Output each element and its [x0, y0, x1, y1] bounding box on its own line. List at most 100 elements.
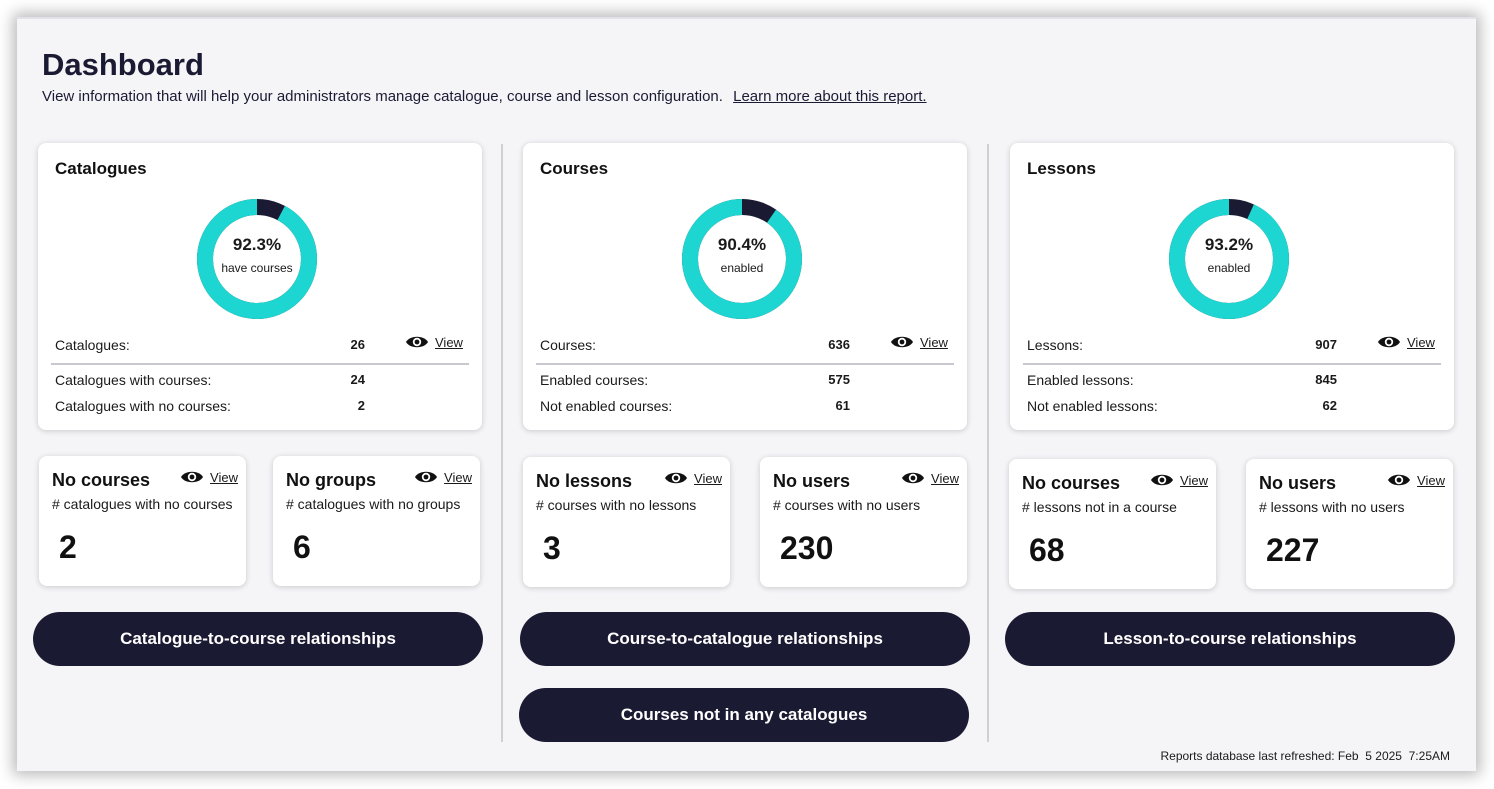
stat-row: Not enabled lessons: 62 [1027, 398, 1441, 418]
stat-label: Catalogues with courses: [55, 372, 212, 388]
stat-value: 61 [835, 398, 850, 413]
view-label: View [1417, 472, 1445, 488]
card-count: 227 [1266, 532, 1320, 568]
card-description: # courses with no users [773, 497, 921, 513]
total-value: 26 [350, 337, 365, 352]
card-title: No groups [286, 470, 376, 490]
lessons-no-users-card: No users View # lessons with no users 22… [1246, 459, 1453, 589]
column-divider [987, 144, 989, 742]
dashboard-frame: Dashboard View information that will hel… [17, 17, 1476, 771]
total-row: Catalogues: 26 View [55, 334, 469, 357]
view-label: View [1180, 472, 1208, 488]
eye-icon [665, 472, 688, 484]
donut-percent: 92.3% [232, 235, 282, 254]
no-users-card: No users View # courses with no users 23… [760, 457, 967, 587]
lessons-donut-chart: 93.2% enabled [1167, 197, 1291, 321]
stat-value: 2 [357, 398, 365, 413]
total-value: 636 [828, 337, 850, 352]
donut-percent: 93.2% [1204, 235, 1254, 254]
view-label: View [435, 334, 463, 350]
view-label: View [931, 470, 959, 486]
column-divider [501, 144, 503, 742]
card-title: No lessons [536, 471, 633, 491]
lessons-no-courses-card: No courses View # lessons not in a cours… [1009, 459, 1216, 589]
course-to-catalogue-button[interactable]: Course-to-catalogue relationships [520, 612, 970, 666]
catalogues-card: Catalogues 92.3% have courses Catalogues… [38, 143, 482, 430]
stats-separator [51, 363, 469, 365]
stat-row: Catalogues with no courses: 2 [55, 398, 469, 418]
eye-icon [181, 471, 204, 483]
stat-row: Catalogues with courses: 24 [55, 372, 469, 392]
stat-value: 845 [1315, 372, 1337, 387]
view-link[interactable]: View [180, 469, 238, 485]
page-subtitle: View information that will help your adm… [42, 88, 927, 105]
view-link[interactable]: View [414, 469, 472, 485]
card-title: No courses [52, 470, 151, 490]
courses-card-title: Courses [540, 159, 609, 178]
view-link[interactable]: View [1150, 472, 1208, 488]
eye-icon [406, 336, 428, 348]
no-lessons-card: No lessons View # courses with no lesson… [523, 457, 730, 587]
total-row: Courses: 636 View [540, 334, 954, 357]
card-count: 6 [293, 529, 311, 565]
donut-caption: have courses [221, 261, 293, 275]
eye-icon [1378, 336, 1400, 348]
card-description: # courses with no lessons [536, 497, 697, 513]
page-title: Dashboard [42, 47, 204, 82]
stats-separator [1023, 363, 1441, 365]
card-count: 68 [1029, 532, 1065, 568]
card-title: No courses [1022, 473, 1121, 493]
eye-icon [902, 472, 925, 484]
courses-card: Courses 90.4% enabled Courses: 636 View … [523, 143, 967, 430]
total-row: Lessons: 907 View [1027, 334, 1441, 357]
total-value: 907 [1315, 337, 1337, 352]
card-description: # lessons not in a course [1022, 499, 1177, 515]
lesson-to-course-button[interactable]: Lesson-to-course relationships [1005, 612, 1455, 666]
stat-label: Enabled courses: [540, 372, 649, 388]
stat-label: Not enabled courses: [540, 398, 673, 414]
stat-label: Catalogues with no courses: [55, 398, 231, 414]
card-description: # catalogues with no courses [52, 496, 233, 512]
donut-percent: 90.4% [717, 235, 767, 254]
view-label: View [210, 469, 238, 485]
eye-icon [1388, 474, 1411, 486]
donut-caption: enabled [1207, 261, 1251, 275]
card-count: 230 [780, 530, 834, 566]
courses-donut-chart: 90.4% enabled [680, 197, 804, 321]
no-courses-card: No courses View # catalogues with no cou… [39, 456, 246, 586]
catalogue-to-course-button[interactable]: Catalogue-to-course relationships [33, 612, 483, 666]
view-link[interactable]: View [1387, 472, 1445, 488]
catalogues-donut-chart: 92.3% have courses [195, 197, 319, 321]
card-title: No users [1259, 473, 1337, 493]
donut-caption: enabled [720, 261, 764, 275]
view-link[interactable]: View [1377, 334, 1435, 350]
lessons-card-title: Lessons [1027, 159, 1096, 178]
stat-value: 62 [1322, 398, 1337, 413]
no-groups-card: No groups View # catalogues with no grou… [273, 456, 480, 586]
view-link[interactable]: View [901, 470, 959, 486]
learn-more-link[interactable]: Learn more about this report. [733, 88, 926, 105]
eye-icon [891, 336, 913, 348]
view-link[interactable]: View [405, 334, 463, 350]
card-description: # lessons with no users [1259, 499, 1405, 515]
lessons-card: Lessons 93.2% enabled Lessons: 907 View … [1010, 143, 1454, 430]
courses-not-in-catalogues-button[interactable]: Courses not in any catalogues [519, 688, 969, 742]
stat-value: 575 [828, 372, 850, 387]
total-label: Lessons: [1027, 337, 1084, 353]
view-label: View [694, 470, 722, 486]
total-label: Courses: [540, 337, 597, 353]
card-title: No users [773, 471, 851, 491]
stat-row: Enabled courses: 575 [540, 372, 954, 392]
last-refreshed-status: Reports database last refreshed: Feb 5 2… [1160, 749, 1450, 763]
card-count: 2 [59, 529, 77, 565]
view-link[interactable]: View [664, 470, 722, 486]
stat-label: Enabled lessons: [1027, 372, 1134, 388]
card-description: # catalogues with no groups [286, 496, 461, 512]
stat-label: Not enabled lessons: [1027, 398, 1158, 414]
view-label: View [1407, 334, 1435, 350]
view-link[interactable]: View [890, 334, 948, 350]
eye-icon [415, 471, 438, 483]
eye-icon [1151, 474, 1174, 486]
stats-separator [536, 363, 954, 365]
catalogues-card-title: Catalogues [55, 159, 147, 178]
